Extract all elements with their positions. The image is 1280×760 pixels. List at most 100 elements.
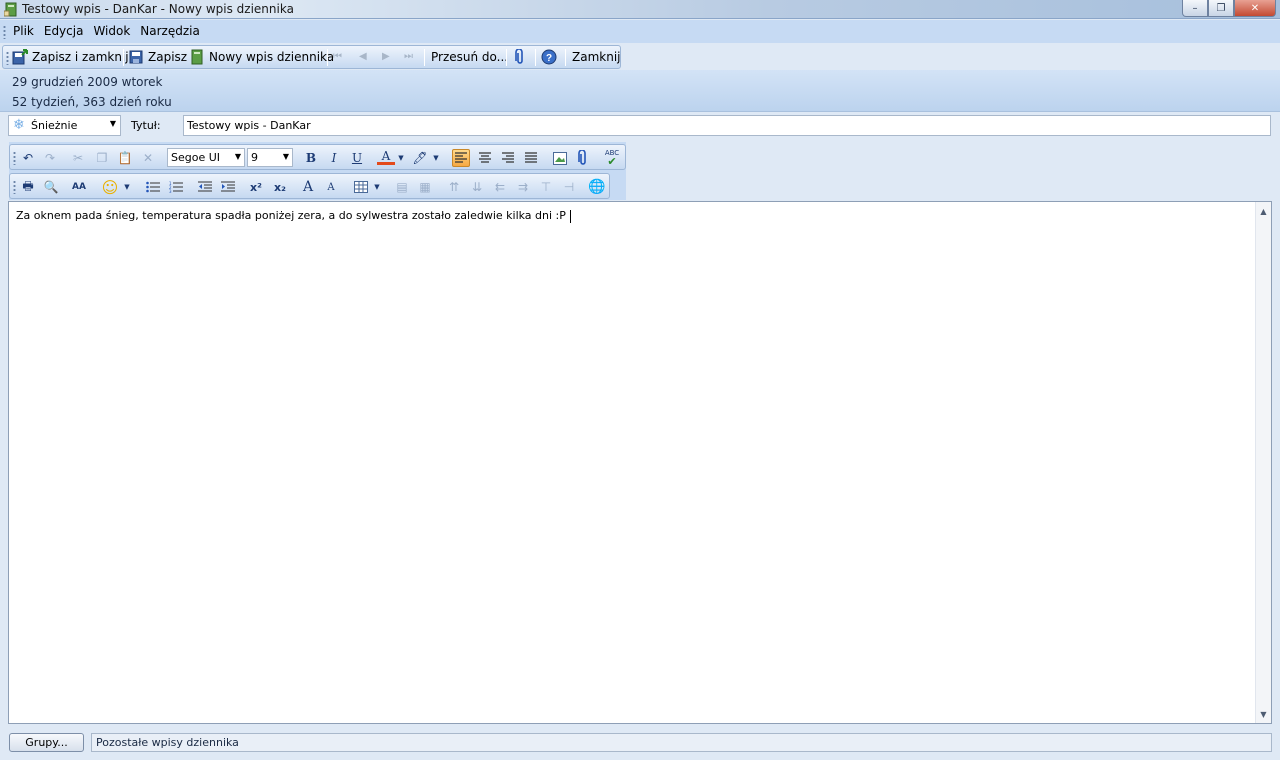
formatting-toolbar-1: ↶ ↷ ✂ ❐ 📋 ✕ Segoe UI ▼ 9 ▼ B I U A ▼ 🖊 ▼: [9, 144, 626, 170]
fmt-grip-2[interactable]: [13, 180, 16, 194]
image-icon[interactable]: [551, 149, 569, 167]
mood-value: Śnieżnie: [31, 119, 78, 132]
shrink-font-button[interactable]: A: [322, 178, 340, 196]
copy-icon[interactable]: ❐: [93, 149, 111, 167]
toolbar-grip[interactable]: [6, 51, 9, 65]
window-title: Testowy wpis - DanKar - Nowy wpis dzienn…: [22, 2, 294, 16]
highlight-icon[interactable]: 🖊: [411, 149, 429, 167]
table-rows-icon[interactable]: ▤: [393, 178, 411, 196]
chevron-down-icon[interactable]: ▼: [122, 178, 132, 196]
attach-icon[interactable]: [573, 149, 591, 167]
fmt-grip-1[interactable]: [13, 151, 16, 165]
save-close-button[interactable]: Zapisz i zamknij: [12, 48, 129, 66]
numbering-icon[interactable]: 123: [167, 178, 185, 196]
indent-decrease-icon[interactable]: [196, 178, 214, 196]
delete-icon[interactable]: ✕: [139, 149, 157, 167]
move-to-button[interactable]: Przesuń do...: [431, 48, 508, 66]
vertical-scrollbar[interactable]: ▲ ▼: [1255, 202, 1271, 723]
move-to-label: Przesuń do...: [431, 50, 509, 64]
chevron-down-icon[interactable]: ▼: [396, 149, 406, 167]
chevron-down-icon[interactable]: ▼: [372, 178, 382, 196]
menubar-grip[interactable]: [3, 25, 6, 39]
menu-view[interactable]: Widok: [92, 24, 131, 38]
menu-bar: Plik Edycja Widok Narzędzia: [0, 20, 1280, 43]
first-icon[interactable]: ⏮: [333, 51, 342, 62]
restore-button[interactable]: ❐: [1208, 0, 1234, 17]
paste-icon[interactable]: 📋: [116, 149, 134, 167]
groups-button[interactable]: Grupy...: [9, 733, 84, 752]
delete-row-icon[interactable]: ⊤: [537, 178, 555, 196]
prev-icon[interactable]: ◀: [359, 51, 367, 62]
justify-icon[interactable]: [522, 149, 540, 167]
insert-row-above-icon[interactable]: ⇈: [445, 178, 463, 196]
close-window-button[interactable]: ✕: [1234, 0, 1276, 17]
find-button[interactable]: AA: [70, 178, 88, 196]
insert-column-right-icon[interactable]: ⇉: [514, 178, 532, 196]
date-line: 29 grudzień 2009 wtorek: [12, 75, 163, 89]
delete-column-icon[interactable]: ⊣: [560, 178, 578, 196]
mood-dropdown[interactable]: ❄ Śnieżnie ▼: [8, 115, 121, 136]
main-toolbar: Zapisz i zamknij Zapisz Nowy wpis dzienn…: [2, 45, 621, 69]
last-icon[interactable]: ⏭: [404, 51, 413, 62]
print-preview-icon[interactable]: 🔍: [42, 178, 60, 196]
emoticon-icon[interactable]: ☺: [101, 178, 119, 197]
subscript-button[interactable]: x₂: [271, 178, 289, 196]
menu-edit[interactable]: Edycja: [43, 24, 85, 38]
chevron-down-icon: ▼: [109, 119, 116, 128]
groups-button-label: Grupy...: [25, 736, 68, 749]
new-entry-button[interactable]: Nowy wpis dziennika: [189, 48, 334, 66]
table-icon[interactable]: [352, 178, 370, 196]
menu-tools[interactable]: Narzędzia: [139, 24, 201, 38]
chevron-down-icon: ▼: [234, 152, 241, 161]
web-link-icon[interactable]: 🌐: [588, 178, 606, 196]
minimize-button[interactable]: –: [1182, 0, 1208, 17]
italic-button[interactable]: I: [325, 149, 343, 167]
grow-font-button[interactable]: A: [299, 178, 317, 196]
align-right-icon[interactable]: [499, 149, 517, 167]
entry-body[interactable]: Za oknem pada śnieg, temperatura spadła …: [16, 209, 571, 223]
snowflake-icon: ❄: [13, 117, 25, 133]
save-close-label: Zapisz i zamknij: [32, 50, 129, 64]
undo-icon[interactable]: ↶: [19, 149, 37, 167]
formatting-panel: ↶ ↷ ✂ ❐ 📋 ✕ Segoe UI ▼ 9 ▼ B I U A ▼ 🖊 ▼: [9, 142, 626, 200]
font-name-value: Segoe UI: [171, 151, 221, 164]
bullets-icon[interactable]: [144, 178, 162, 196]
new-entry-label: Nowy wpis dziennika: [209, 50, 335, 64]
font-name-select[interactable]: Segoe UI ▼: [167, 148, 245, 167]
superscript-button[interactable]: x²: [247, 178, 265, 196]
print-icon[interactable]: 🖶: [19, 178, 37, 196]
insert-row-below-icon[interactable]: ⇊: [468, 178, 486, 196]
indent-increase-icon[interactable]: [219, 178, 237, 196]
date-info-band: 29 grudzień 2009 wtorek 52 tydzień, 363 …: [0, 70, 1280, 112]
app-journal-icon: [4, 2, 17, 17]
menu-file[interactable]: Plik: [12, 24, 35, 38]
table-grid-icon[interactable]: ▦: [416, 178, 434, 196]
attach-button[interactable]: [512, 48, 528, 66]
next-icon[interactable]: ▶: [382, 51, 390, 62]
redo-icon[interactable]: ↷: [41, 149, 59, 167]
insert-column-left-icon[interactable]: ⇇: [491, 178, 509, 196]
other-entries-field[interactable]: Pozostałe wpisy dziennika: [91, 733, 1272, 752]
save-close-icon: [12, 49, 28, 65]
align-left-icon[interactable]: [452, 149, 470, 167]
scroll-down-icon[interactable]: ▼: [1256, 707, 1271, 721]
align-center-icon[interactable]: [476, 149, 494, 167]
window-titlebar: Testowy wpis - DanKar - Nowy wpis dzienn…: [0, 0, 1280, 19]
spellcheck-button[interactable]: ABC ✔: [603, 149, 621, 167]
save-button[interactable]: Zapisz: [128, 48, 187, 66]
font-color-button[interactable]: A: [377, 149, 395, 165]
cut-icon[interactable]: ✂: [69, 149, 87, 167]
entry-editor[interactable]: Za oknem pada śnieg, temperatura spadła …: [8, 201, 1272, 724]
save-label: Zapisz: [148, 50, 188, 64]
attach-icon: [515, 49, 523, 64]
scroll-up-icon[interactable]: ▲: [1256, 204, 1271, 218]
formatting-toolbar-2: 🖶 🔍 AA ☺ ▼ 123 x² x₂ A A ▼ ▤ ▦ ⇈ ⇊ ⇇ ⇉ ⊤…: [9, 173, 610, 199]
title-field[interactable]: [183, 115, 1271, 136]
close-entry-label: Zamknij: [572, 50, 621, 64]
underline-button[interactable]: U: [348, 149, 366, 167]
bold-button[interactable]: B: [302, 149, 320, 167]
font-size-select[interactable]: 9 ▼: [247, 148, 293, 167]
help-button[interactable]: ?: [541, 48, 557, 66]
chevron-down-icon[interactable]: ▼: [431, 149, 441, 167]
close-entry-button[interactable]: Zamknij: [572, 48, 621, 66]
